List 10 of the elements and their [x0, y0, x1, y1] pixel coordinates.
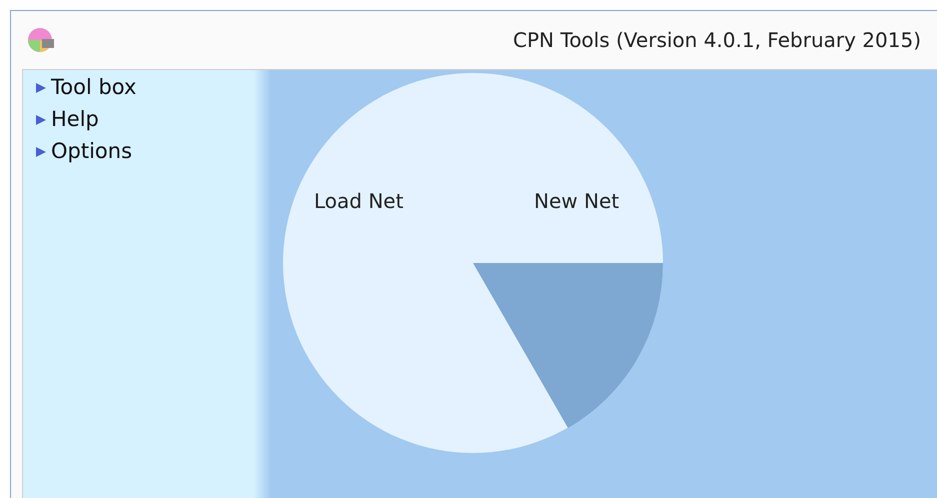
pie-menu-item[interactable]: Load Net [314, 186, 404, 216]
expand-triangle-icon [35, 82, 47, 94]
sidebar-item[interactable]: Tool box [35, 72, 136, 104]
pie-menu-item[interactable]: New Net [534, 186, 620, 216]
expand-triangle-icon [35, 114, 47, 126]
expand-triangle-icon [35, 146, 47, 158]
sidebar-item[interactable]: Help [35, 104, 99, 136]
app-logo-icon [27, 25, 57, 55]
window-title: CPN Tools (Version 4.0.1, February 2015) [513, 27, 921, 54]
sidebar-item[interactable]: Options [35, 136, 132, 168]
